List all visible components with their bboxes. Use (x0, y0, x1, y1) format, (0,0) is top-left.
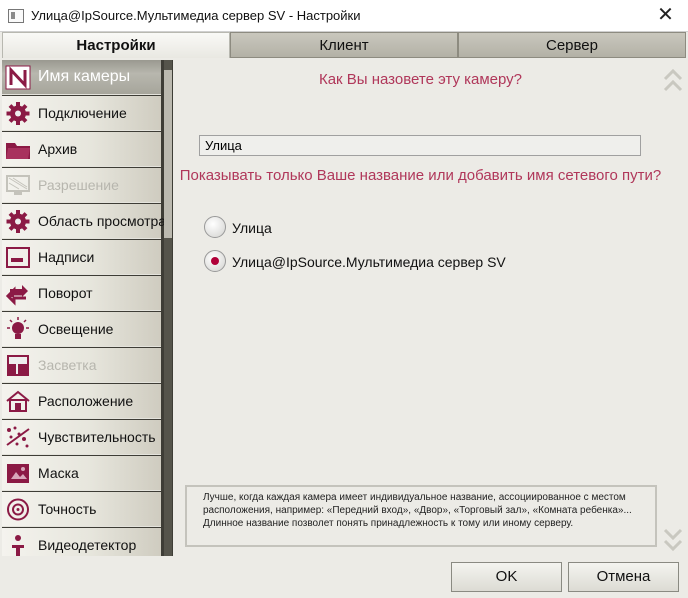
camera-name-question: Как Вы назовете эту камеру? (318, 71, 523, 88)
sidebar: Имя камеры Подключение Архив Разрешение … (2, 60, 173, 556)
grid-icon (7, 355, 29, 376)
radio-name-with-path-label: Улица@IpSource.Мультимедиа сервер SV (232, 254, 506, 270)
sidebar-item-label: Точность (38, 501, 97, 517)
display-name-question: Показывать только Ваше название или доба… (179, 167, 662, 184)
radio-name-only-label: Улица (232, 220, 272, 236)
gear-icon (6, 102, 30, 125)
sidebar-item-backlight[interactable]: Засветка (2, 348, 161, 383)
sidebar-item-mask[interactable]: Маска (2, 456, 161, 491)
bulb-icon (7, 317, 29, 339)
sidebar-item-archive[interactable]: Архив (2, 132, 161, 167)
sidebar-item-label: Видеодетектор (38, 537, 137, 553)
tab-client[interactable]: Клиент (230, 32, 458, 58)
tab-server[interactable]: Сервер (458, 32, 686, 58)
sidebar-item-captions[interactable]: Надписи (2, 240, 161, 275)
scroll-down-icon[interactable] (663, 520, 683, 554)
sidebar-item-label: Чувствительность (38, 429, 156, 445)
folder-icon (6, 143, 30, 159)
sidebar-item-label: Засветка (38, 357, 97, 373)
tab-settings[interactable]: Настройки (2, 32, 230, 58)
sidebar-item-label: Область просмотра (38, 213, 167, 229)
tab-bar: Настройки Клиент Сервер (2, 32, 686, 58)
close-icon[interactable]: ✕ (643, 0, 688, 31)
radio-name-with-path[interactable] (204, 250, 226, 272)
n-logo-icon (5, 65, 31, 90)
sidebar-item-camera-name[interactable]: Имя камеры (2, 60, 161, 95)
sidebar-scroll-thumb[interactable] (164, 70, 172, 238)
info-box: Лучше, когда каждая камера имеет индивид… (185, 485, 657, 547)
title-bar: Улица@IpSource.Мультимедиа сервер SV - Н… (0, 0, 688, 32)
sidebar-item-label: Освещение (38, 321, 114, 337)
sidebar-item-view-area[interactable]: Область просмотра (2, 204, 166, 239)
ok-button[interactable]: OK (451, 562, 562, 592)
cancel-button[interactable]: Отмена (568, 562, 679, 592)
sidebar-item-connection[interactable]: Подключение (2, 96, 161, 131)
radio-selected-dot (211, 257, 219, 265)
sidebar-item-location[interactable]: Расположение (2, 384, 161, 419)
sidebar-item-lighting[interactable]: Освещение (2, 312, 161, 347)
app-icon (8, 9, 24, 23)
radio-name-only[interactable] (204, 216, 226, 238)
house-icon (6, 390, 30, 412)
sidebar-item-label: Подключение (38, 105, 127, 121)
sidebar-item-label: Расположение (38, 393, 134, 409)
target-icon (7, 498, 29, 521)
sidebar-item-sensitivity[interactable]: Чувствительность (2, 420, 161, 455)
rotate-icon (5, 285, 28, 306)
sidebar-item-label: Надписи (38, 249, 95, 265)
sidebar-item-label: Поворот (38, 285, 93, 301)
sidebar-item-label: Маска (38, 465, 79, 481)
camera-name-input[interactable] (199, 135, 641, 156)
sidebar-item-video-detector[interactable]: Видеодетектор (2, 528, 161, 556)
caption-icon (6, 247, 30, 268)
scroll-up-icon[interactable] (663, 66, 683, 100)
sidebar-item-resolution[interactable]: Разрешение (2, 168, 161, 203)
settings-panel: Как Вы назовете эту камеру? Показывать т… (173, 60, 688, 556)
sidebar-item-label: Архив (38, 141, 78, 157)
sensitivity-icon (6, 426, 30, 448)
window-title: Улица@IpSource.Мультимедиа сервер SV - Н… (31, 8, 361, 23)
gear-icon (6, 210, 30, 233)
sidebar-item-rotation[interactable]: Поворот (2, 276, 161, 311)
sidebar-item-accuracy[interactable]: Точность (2, 492, 161, 527)
mask-icon (7, 464, 29, 483)
sidebar-item-label: Имя камеры (38, 68, 131, 85)
sidebar-item-label: Разрешение (38, 177, 119, 193)
person-icon (12, 535, 24, 556)
monitor-icon (6, 175, 30, 195)
